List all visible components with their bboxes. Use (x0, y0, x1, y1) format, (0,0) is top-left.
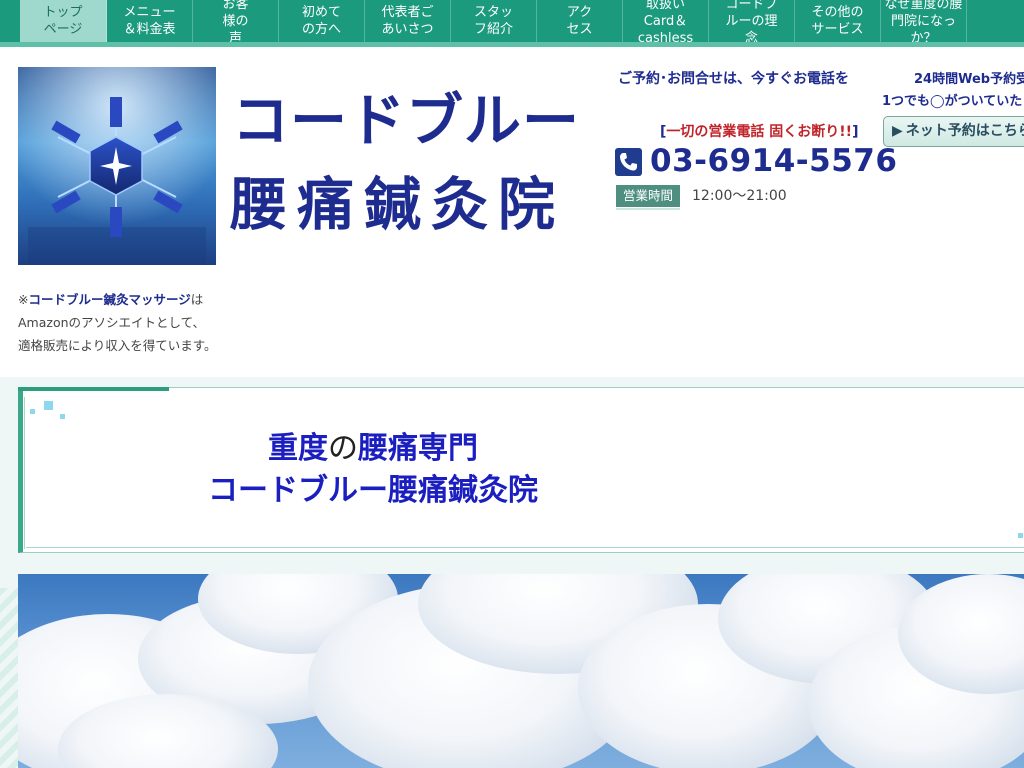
affiliate-note: ※コードブルー鍼灸マッサージは Amazonのアソシエイトとして、 適格販売によ… (18, 288, 248, 357)
hours-value: 12:00〜21:00 (692, 188, 787, 204)
note-highlight: コードブルー鍼灸マッサージ (28, 292, 191, 307)
hero-title-clinic: コードブルー腰痛鍼灸院 (208, 473, 538, 508)
nav-item-access[interactable]: アク セス (537, 0, 623, 42)
net-reservation-button[interactable]: ▶ ネット予約はこちら (883, 116, 1024, 147)
web-reservation-title: 24時間Web予約受 (914, 72, 1024, 87)
nav-item-why-specialist[interactable]: なぜ重度の腰 門院になっ か？ (881, 0, 967, 42)
nav-item-cashless[interactable]: 取扱い Card＆ cashless (623, 0, 709, 42)
arrow-right-icon: ▶ (892, 123, 903, 139)
phone-number-link[interactable]: 03-6914-5576 (650, 143, 897, 179)
warn-bracket-close: ] (852, 124, 859, 140)
brand-name-line2: 腰痛鍼灸院 (230, 172, 565, 238)
hero-accent-bar (18, 387, 169, 391)
top-nav: トップ ページ メニュー ＆料金表 お客 様の 声 初めて の方へ 代表者ご あ… (0, 0, 1024, 42)
nav-item-voices[interactable]: お客 様の 声 (193, 0, 279, 42)
hours-label: 営業時間 (616, 185, 680, 207)
contact-title: ご予約･お問合せは、今すぐお電話を (618, 71, 849, 87)
note-prefix: ※ (18, 292, 29, 307)
nav-item-first-time[interactable]: 初めて の方へ (279, 0, 365, 42)
hero-title-severe: 重度 (268, 431, 328, 466)
hero-title-specialist: 腰痛専門 (358, 431, 478, 466)
warn-text: 一切の営業電話 固くお断り!! (666, 124, 853, 140)
nav-item-greeting[interactable]: 代表者ご あいさつ (365, 0, 451, 42)
note-suffix: は (190, 292, 204, 307)
note-line3: 適格販売により収入を得ています。 (18, 338, 217, 353)
net-reservation-label: ネット予約はこちら (905, 123, 1024, 139)
decor-square (1018, 533, 1023, 538)
nav-stripe (0, 42, 1024, 47)
no-sales-calls-notice: [一切の営業電話 固くお断り!!] (660, 121, 858, 141)
nav-item-other-services[interactable]: その他の サービス (795, 0, 881, 42)
hero-inner-rule (26, 547, 1024, 548)
brand-name-line1: コードブルー (232, 88, 580, 154)
sky-image (18, 574, 1024, 768)
nav-item-menu-price[interactable]: メニュー ＆料金表 (107, 0, 193, 42)
nav-item-staff[interactable]: スタッ フ紹介 (451, 0, 537, 42)
note-line2: Amazonのアソシエイトとして、 (18, 315, 206, 330)
nav-item-top[interactable]: トップ ページ (20, 0, 107, 42)
decor-square (60, 414, 65, 419)
web-reservation-sub: 1つでも◯がついていたら (882, 94, 1024, 109)
decor-square (30, 409, 35, 414)
hero-title: 重度の腰痛専門 コードブルー腰痛鍼灸院 (18, 428, 728, 512)
phone-icon (615, 148, 642, 176)
hours-underline (616, 208, 680, 210)
star-of-life-icon (18, 67, 216, 265)
logo-image[interactable] (18, 67, 216, 265)
hero-title-particle: の (328, 431, 358, 466)
decor-square (44, 401, 53, 410)
diagonal-pattern (0, 588, 18, 768)
nav-item-philosophy[interactable]: コードブ ルーの理 念 (709, 0, 795, 42)
